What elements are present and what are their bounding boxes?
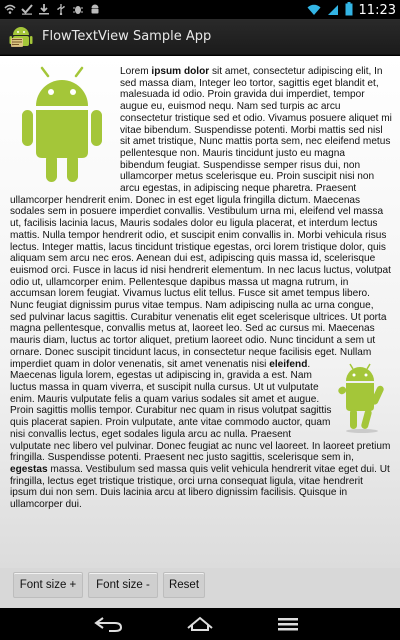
font-size-decrease-button[interactable]: Font size -	[88, 572, 158, 598]
app-title: FlowTextView Sample App	[42, 29, 212, 44]
system-indicators: 11:23	[307, 1, 396, 20]
text-run: . Maecenas ligula lorem, egestas ut adip…	[10, 358, 391, 464]
usb-icon	[55, 2, 67, 16]
text-run: Lorem	[120, 66, 152, 77]
home-icon	[187, 616, 213, 631]
bug-icon	[72, 2, 84, 16]
font-size-increase-button[interactable]: Font size +	[13, 572, 83, 598]
text-run-bold: eleifend	[269, 358, 308, 370]
action-bar: FlowTextView Sample App	[0, 19, 400, 55]
android-robot-image	[10, 66, 114, 184]
flow-text: Lorem ipsum dolor sit amet, consectetur …	[0, 56, 400, 511]
reset-button[interactable]: Reset	[163, 572, 205, 598]
android-icon	[89, 2, 101, 16]
app-icon[interactable]	[8, 24, 34, 50]
recent-apps-button[interactable]	[268, 612, 308, 636]
wifi-icon	[4, 2, 16, 16]
text-run-bold: ipsum dolor	[151, 66, 210, 77]
check-icon	[21, 2, 33, 16]
download-icon	[38, 2, 50, 16]
clock: 11:23	[358, 3, 396, 18]
text-run: massa. Vestibulum sed massa quis velit v…	[10, 463, 390, 511]
text-run-bold: egestas	[10, 463, 48, 475]
flow-text-view: Lorem ipsum dolor sit amet, consectetur …	[0, 56, 400, 568]
recent-apps-icon	[278, 618, 298, 631]
android-robot-image-small	[338, 363, 386, 433]
home-button[interactable]	[180, 612, 220, 636]
notification-icons	[4, 2, 101, 16]
navigation-bar	[0, 608, 400, 640]
button-row: Font size + Font size - Reset	[0, 568, 400, 608]
wifi-signal-icon	[307, 1, 321, 20]
status-bar: 11:23	[0, 0, 400, 19]
back-button[interactable]	[88, 612, 128, 636]
back-icon	[94, 617, 123, 632]
battery-icon	[345, 1, 353, 20]
cell-signal-icon	[327, 1, 339, 20]
